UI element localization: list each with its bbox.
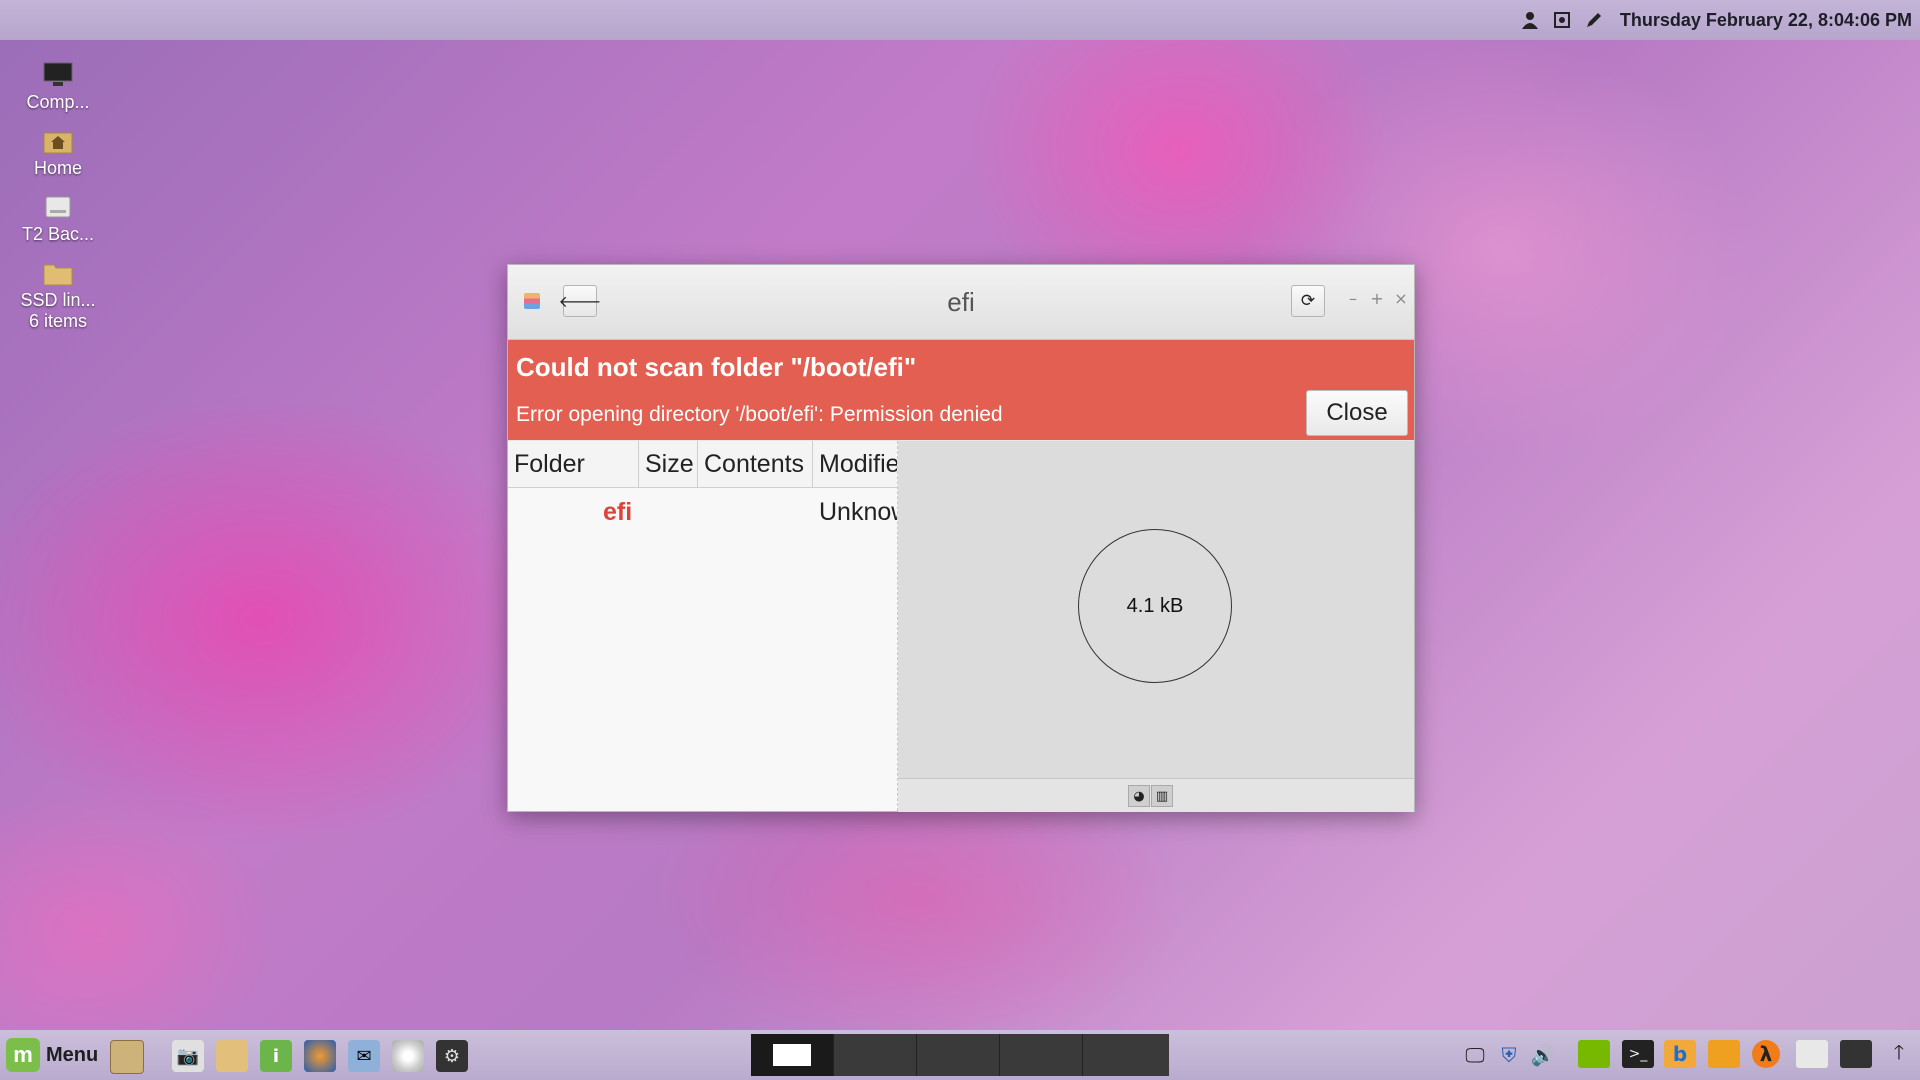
shield-icon[interactable]: ⛨ [1496, 1042, 1522, 1068]
task-list [751, 1034, 1169, 1076]
column-folder[interactable]: Folder [508, 441, 639, 487]
firefox-icon[interactable] [304, 1040, 336, 1072]
camera-icon[interactable]: 📷 [172, 1040, 204, 1072]
desktop-icon-label: Comp... [26, 92, 90, 112]
computer-icon [43, 62, 73, 88]
task-slot[interactable] [1000, 1034, 1083, 1076]
nvidia-icon[interactable] [1578, 1040, 1610, 1068]
volume-icon[interactable]: 🔊 [1530, 1042, 1556, 1068]
terminal-game-icon[interactable]: ⚙ [436, 1040, 468, 1072]
disk-usage-window: 🡐 efi ⟳ – + × Could not scan folder "/bo… [507, 264, 1415, 812]
task-slot[interactable] [834, 1034, 917, 1076]
menu-button[interactable]: m Menu [6, 1038, 98, 1072]
window-title: efi [947, 287, 975, 317]
folder-tree: Folder Size Contents Modified efi Unknow… [508, 441, 898, 811]
steam-icon[interactable] [1840, 1040, 1872, 1068]
display-icon[interactable]: 🖵 [1462, 1042, 1488, 1068]
folder-icon [43, 260, 73, 286]
treemap-icon: ▥ [1155, 788, 1169, 804]
error-close-button[interactable]: Close [1306, 390, 1408, 436]
mail-icon[interactable]: ✉ [348, 1040, 380, 1072]
app-icon[interactable] [1796, 1040, 1828, 1068]
column-size[interactable]: Size [639, 441, 698, 487]
error-message: Error opening directory '/boot/efi': Per… [516, 403, 1003, 426]
upload-arrow-icon[interactable]: 🡑 [1886, 1040, 1912, 1068]
table-row[interactable]: efi Unknown [508, 488, 897, 534]
bottom-panel: m Menu 📷 i ✉ ⚙ 🖵 ⛨ 🔊 >_ b λ 🡑 [0, 1030, 1920, 1080]
mint-logo-icon: m [6, 1038, 40, 1072]
treemap-chart-button[interactable]: ▥ [1151, 785, 1173, 807]
close-window-button[interactable]: × [1393, 289, 1409, 308]
desktop-icon-computer[interactable]: Comp... [10, 62, 106, 113]
column-modified[interactable]: Modified [813, 441, 897, 487]
desktop-icon-ssd[interactable]: SSD lin... 6 items [10, 260, 106, 332]
error-infobar: Could not scan folder "/boot/efi" Error … [508, 340, 1414, 440]
ring-chart[interactable]: 4.1 kB [1078, 529, 1232, 683]
top-panel: Thursday February 22, 8:04:06 PM [0, 0, 1920, 40]
chart-type-bar: ◕ ▥ [898, 778, 1414, 812]
rings-icon: ◕ [1133, 788, 1145, 804]
home-folder-icon [43, 128, 73, 154]
task-window-efi[interactable] [751, 1034, 834, 1076]
reload-button[interactable]: ⟳ [1291, 285, 1325, 317]
half-life-icon[interactable]: λ [1752, 1040, 1780, 1068]
user-icon[interactable] [1520, 10, 1540, 30]
bing-icon[interactable]: b [1664, 1040, 1696, 1068]
files-icon[interactable] [216, 1040, 248, 1072]
reload-icon: ⟳ [1300, 291, 1316, 311]
rings-chart-button[interactable]: ◕ [1128, 785, 1150, 807]
ring-chart-label: 4.1 kB [1126, 594, 1184, 617]
info-icon[interactable]: i [260, 1040, 292, 1072]
pen-icon[interactable] [1584, 10, 1604, 30]
task-slot[interactable] [917, 1034, 1000, 1076]
row-folder: efi [603, 498, 633, 526]
task-slot[interactable] [1083, 1034, 1166, 1076]
window-thumbnail [773, 1044, 811, 1066]
disc-icon[interactable] [392, 1040, 424, 1072]
desktop-icon-label: SSD lin... [20, 290, 96, 310]
titlebar[interactable]: 🡐 efi ⟳ – + × [508, 265, 1414, 340]
desktop-icon-t2[interactable]: T2 Bac... [10, 194, 106, 245]
drive-icon [43, 194, 73, 220]
game-icon[interactable] [1708, 1040, 1740, 1068]
screenshot-icon[interactable] [1552, 10, 1572, 30]
row-modified: Unknown [819, 498, 897, 526]
show-desktop-icon[interactable] [110, 1040, 144, 1074]
ring-chart-pane: 4.1 kB [898, 441, 1414, 778]
desktop-icon-sublabel: 6 items [28, 311, 88, 331]
error-title: Could not scan folder "/boot/efi" [516, 352, 917, 382]
minimize-button[interactable]: – [1345, 289, 1361, 308]
desktop-icon-label: T2 Bac... [21, 224, 95, 244]
clock[interactable]: Thursday February 22, 8:04:06 PM [1620, 10, 1912, 31]
terminal-icon[interactable]: >_ [1622, 1040, 1654, 1068]
desktop-icon-label: Home [33, 158, 82, 178]
column-header: Folder Size Contents Modified [508, 441, 897, 488]
column-contents[interactable]: Contents [698, 441, 813, 487]
menu-label: Menu [46, 1043, 99, 1066]
desktop-icon-home[interactable]: Home [10, 128, 106, 179]
maximize-button[interactable]: + [1369, 289, 1385, 308]
